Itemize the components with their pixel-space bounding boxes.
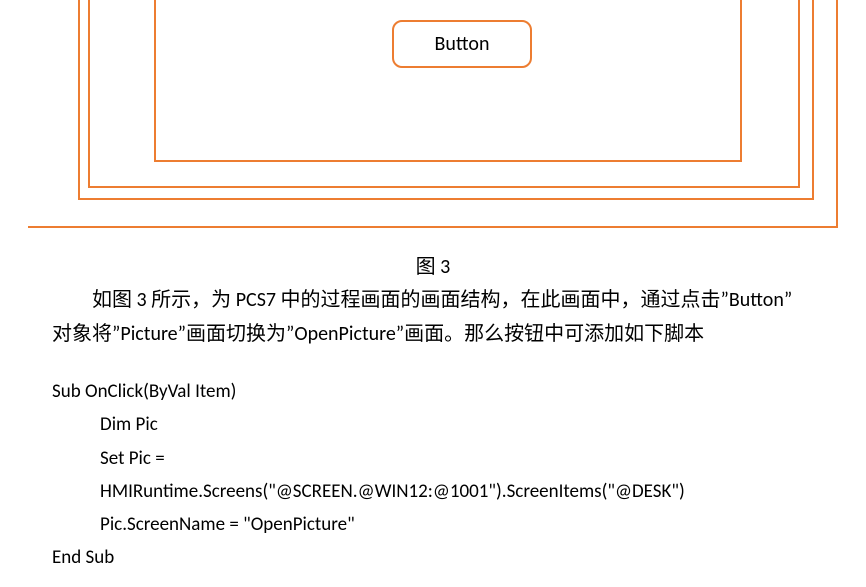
paragraph-line-2: 对象将”Picture”画面切换为”OpenPicture”画面。那么按钮中可添… [52, 317, 842, 351]
code-line: Sub OnClick(ByVal Item) [52, 375, 842, 408]
code-line: HMIRuntime.Screens("@SCREEN.@WIN12:@1001… [52, 475, 842, 508]
code-block: Sub OnClick(ByVal Item) Dim Pic Set Pic … [52, 375, 842, 575]
figure-caption: 图 3 [0, 250, 866, 279]
diagram-button-label: Button [435, 32, 490, 56]
diagram-figure: Button [0, 0, 866, 238]
diagram-button[interactable]: Button [392, 20, 532, 68]
code-line: End Sub [52, 541, 842, 574]
code-line: Pic.ScreenName = "OpenPicture" [52, 508, 842, 541]
code-line: Dim Pic [52, 408, 842, 441]
code-line: Set Pic = [52, 442, 842, 475]
paragraph-line-1: 如图 3 所示，为 PCS7 中的过程画面的画面结构，在此画面中，通过点击”Bu… [52, 283, 842, 317]
